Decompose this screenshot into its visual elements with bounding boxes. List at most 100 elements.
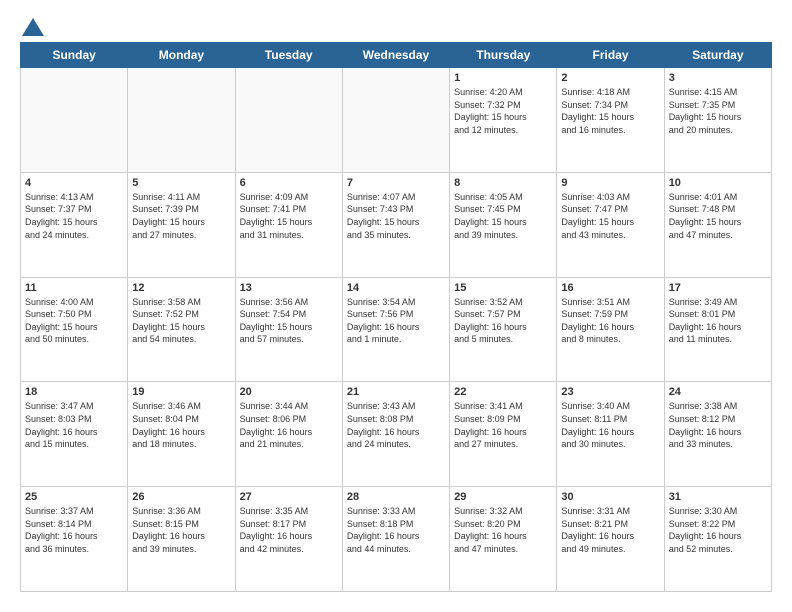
calendar-cell: 2 Sunrise: 4:18 AM Sunset: 7:34 PM Daylig… (557, 68, 664, 173)
day-info: Sunrise: 3:43 AM Sunset: 8:08 PM Dayligh… (347, 400, 445, 450)
day-number: 24 (669, 386, 767, 398)
calendar-cell: 11 Sunrise: 4:00 AM Sunset: 7:50 PM Dayli… (21, 277, 128, 382)
calendar-cell: 12Sunrise: 3:58 AM Sunset: 7:52 PM Dayli… (128, 277, 235, 382)
day-number: 9 (561, 177, 659, 189)
weekday-header-tuesday: Tuesday (235, 43, 342, 68)
day-info: Sunrise: 3:41 AM Sunset: 8:09 PM Dayligh… (454, 400, 552, 450)
calendar-cell: 7 Sunrise: 4:07 AM Sunset: 7:43 PM Daylig… (342, 172, 449, 277)
day-info: Sunrise: 3:30 AM Sunset: 8:22 PM Dayligh… (669, 505, 767, 555)
calendar-cell (21, 68, 128, 173)
day-info: Sunrise: 3:37 AM Sunset: 8:14 PM Dayligh… (25, 505, 123, 555)
day-number: 2 (561, 72, 659, 84)
calendar-cell: 14Sunrise: 3:54 AM Sunset: 7:56 PM Dayli… (342, 277, 449, 382)
day-number: 26 (132, 491, 230, 503)
weekday-header-friday: Friday (557, 43, 664, 68)
calendar-week-1: 1 Sunrise: 4:20 AM Sunset: 7:32 PM Daylig… (21, 68, 772, 173)
day-number: 8 (454, 177, 552, 189)
day-number: 4 (25, 177, 123, 189)
day-number: 29 (454, 491, 552, 503)
day-info: Sunrise: 3:44 AM Sunset: 8:06 PM Dayligh… (240, 400, 338, 450)
day-number: 21 (347, 386, 445, 398)
weekday-header-monday: Monday (128, 43, 235, 68)
calendar-cell: 22 Sunrise: 3:41 AM Sunset: 8:09 PM Dayli… (450, 382, 557, 487)
calendar-cell: 8 Sunrise: 4:05 AM Sunset: 7:45 PM Daylig… (450, 172, 557, 277)
weekday-header-wednesday: Wednesday (342, 43, 449, 68)
calendar-cell: 27 Sunrise: 3:35 AM Sunset: 8:17 PM Dayli… (235, 487, 342, 592)
day-info: Sunrise: 4:01 AM Sunset: 7:48 PM Dayligh… (669, 191, 767, 241)
day-info: Sunrise: 4:00 AM Sunset: 7:50 PM Dayligh… (25, 296, 123, 346)
calendar-cell: 15 Sunrise: 3:52 AM Sunset: 7:57 PM Dayli… (450, 277, 557, 382)
day-info: Sunrise: 3:32 AM Sunset: 8:20 PM Dayligh… (454, 505, 552, 555)
calendar-cell: 26 Sunrise: 3:36 AM Sunset: 8:15 PM Dayli… (128, 487, 235, 592)
day-info: Sunrise: 3:54 AM Sunset: 7:56 PM Dayligh… (347, 296, 445, 346)
day-info: Sunrise: 3:33 AM Sunset: 8:18 PM Dayligh… (347, 505, 445, 555)
calendar-cell: 18 Sunrise: 3:47 AM Sunset: 8:03 PM Dayli… (21, 382, 128, 487)
logo-icon (22, 18, 44, 36)
calendar-cell (128, 68, 235, 173)
day-info: Sunrise: 3:36 AM Sunset: 8:15 PM Dayligh… (132, 505, 230, 555)
day-number: 7 (347, 177, 445, 189)
calendar-header-row: SundayMondayTuesdayWednesdayThursdayFrid… (21, 43, 772, 68)
day-number: 15 (454, 282, 552, 294)
day-info: Sunrise: 4:09 AM Sunset: 7:41 PM Dayligh… (240, 191, 338, 241)
calendar-cell: 31 Sunrise: 3:30 AM Sunset: 8:22 PM Dayli… (664, 487, 771, 592)
calendar-cell: 6 Sunrise: 4:09 AM Sunset: 7:41 PM Daylig… (235, 172, 342, 277)
weekday-header-thursday: Thursday (450, 43, 557, 68)
calendar-cell: 23 Sunrise: 3:40 AM Sunset: 8:11 PM Dayli… (557, 382, 664, 487)
day-number: 25 (25, 491, 123, 503)
calendar-cell: 17 Sunrise: 3:49 AM Sunset: 8:01 PM Dayli… (664, 277, 771, 382)
day-info: Sunrise: 3:40 AM Sunset: 8:11 PM Dayligh… (561, 400, 659, 450)
day-number: 11 (25, 282, 123, 294)
calendar-cell: 13 Sunrise: 3:56 AM Sunset: 7:54 PM Dayli… (235, 277, 342, 382)
weekday-header-sunday: Sunday (21, 43, 128, 68)
day-number: 19 (132, 386, 230, 398)
day-number: 27 (240, 491, 338, 503)
day-number: 20 (240, 386, 338, 398)
day-number: 13 (240, 282, 338, 294)
day-info: Sunrise: 4:07 AM Sunset: 7:43 PM Dayligh… (347, 191, 445, 241)
calendar-cell: 20 Sunrise: 3:44 AM Sunset: 8:06 PM Dayli… (235, 382, 342, 487)
calendar-cell: 21 Sunrise: 3:43 AM Sunset: 8:08 PM Dayli… (342, 382, 449, 487)
day-info: Sunrise: 4:11 AM Sunset: 7:39 PM Dayligh… (132, 191, 230, 241)
day-info: Sunrise: 3:31 AM Sunset: 8:21 PM Dayligh… (561, 505, 659, 555)
calendar-cell: 30Sunrise: 3:31 AM Sunset: 8:21 PM Dayli… (557, 487, 664, 592)
day-number: 17 (669, 282, 767, 294)
calendar-cell: 5 Sunrise: 4:11 AM Sunset: 7:39 PM Daylig… (128, 172, 235, 277)
day-info: Sunrise: 3:49 AM Sunset: 8:01 PM Dayligh… (669, 296, 767, 346)
day-info: Sunrise: 4:20 AM Sunset: 7:32 PM Dayligh… (454, 86, 552, 136)
day-info: Sunrise: 3:35 AM Sunset: 8:17 PM Dayligh… (240, 505, 338, 555)
day-info: Sunrise: 3:58 AM Sunset: 7:52 PM Dayligh… (132, 296, 230, 346)
day-info: Sunrise: 4:05 AM Sunset: 7:45 PM Dayligh… (454, 191, 552, 241)
day-number: 16 (561, 282, 659, 294)
day-number: 23 (561, 386, 659, 398)
calendar-cell: 29 Sunrise: 3:32 AM Sunset: 8:20 PM Dayli… (450, 487, 557, 592)
day-number: 6 (240, 177, 338, 189)
calendar-cell (235, 68, 342, 173)
logo (20, 20, 44, 32)
day-info: Sunrise: 4:15 AM Sunset: 7:35 PM Dayligh… (669, 86, 767, 136)
header (20, 20, 772, 32)
weekday-header-saturday: Saturday (664, 43, 771, 68)
calendar-cell: 10 Sunrise: 4:01 AM Sunset: 7:48 PM Dayli… (664, 172, 771, 277)
day-number: 31 (669, 491, 767, 503)
calendar-cell: 16Sunrise: 3:51 AM Sunset: 7:59 PM Dayli… (557, 277, 664, 382)
day-info: Sunrise: 3:56 AM Sunset: 7:54 PM Dayligh… (240, 296, 338, 346)
day-number: 28 (347, 491, 445, 503)
calendar-cell: 24 Sunrise: 3:38 AM Sunset: 8:12 PM Dayli… (664, 382, 771, 487)
day-info: Sunrise: 3:47 AM Sunset: 8:03 PM Dayligh… (25, 400, 123, 450)
day-info: Sunrise: 3:46 AM Sunset: 8:04 PM Dayligh… (132, 400, 230, 450)
calendar-cell: 4 Sunrise: 4:13 AM Sunset: 7:37 PM Daylig… (21, 172, 128, 277)
day-number: 5 (132, 177, 230, 189)
day-info: Sunrise: 4:18 AM Sunset: 7:34 PM Dayligh… (561, 86, 659, 136)
day-number: 18 (25, 386, 123, 398)
calendar-cell: 25 Sunrise: 3:37 AM Sunset: 8:14 PM Dayli… (21, 487, 128, 592)
day-info: Sunrise: 3:38 AM Sunset: 8:12 PM Dayligh… (669, 400, 767, 450)
day-number: 1 (454, 72, 552, 84)
calendar-cell: 28 Sunrise: 3:33 AM Sunset: 8:18 PM Dayli… (342, 487, 449, 592)
day-info: Sunrise: 3:52 AM Sunset: 7:57 PM Dayligh… (454, 296, 552, 346)
day-info: Sunrise: 4:13 AM Sunset: 7:37 PM Dayligh… (25, 191, 123, 241)
calendar-cell: 3Sunrise: 4:15 AM Sunset: 7:35 PM Daylig… (664, 68, 771, 173)
day-number: 22 (454, 386, 552, 398)
day-number: 10 (669, 177, 767, 189)
calendar-week-3: 11 Sunrise: 4:00 AM Sunset: 7:50 PM Dayli… (21, 277, 772, 382)
